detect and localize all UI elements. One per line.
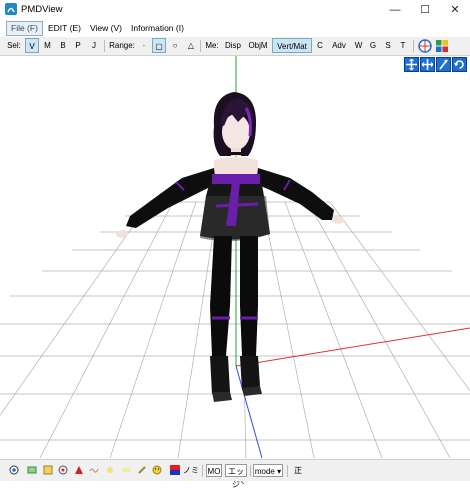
zoom-icon[interactable] (436, 57, 451, 72)
radio-icon[interactable] (9, 465, 19, 475)
close-button[interactable]: ✕ (440, 0, 470, 20)
adv-button[interactable]: Adv (329, 38, 349, 53)
wave-icon[interactable] (89, 465, 99, 475)
sel-label: Sel: (7, 41, 21, 50)
range-triangle-button[interactable]: △ (185, 38, 197, 53)
objm-button[interactable]: ObjM (246, 38, 270, 53)
toolbar-separator (104, 40, 105, 52)
character-model (116, 92, 344, 402)
minimize-button[interactable]: — (380, 0, 410, 20)
target-icon[interactable] (418, 39, 432, 53)
scene-canvas (0, 56, 470, 458)
brush-icon[interactable] (137, 465, 147, 475)
app-icon (5, 3, 17, 15)
c-button[interactable]: C (314, 38, 326, 53)
menu-view[interactable]: View (V) (86, 22, 126, 35)
menu-file[interactable]: File (F) (6, 21, 43, 36)
range-point-button[interactable]: · (138, 38, 150, 53)
menu-edit[interactable]: EDIT (E) (44, 22, 85, 35)
sel-b-button[interactable]: B (57, 38, 69, 53)
effect-button[interactable]: エッジ̀ (225, 464, 247, 489)
statusbar-separator (250, 465, 251, 477)
sel-j-button[interactable]: J (88, 38, 100, 53)
toolbar: Sel: V M B P J Range: · ▢ ○ △ Me: Disp O… (0, 37, 470, 56)
s-button[interactable]: S (382, 38, 394, 53)
chevron-down-icon: ▾ (277, 467, 282, 476)
reset-view-icon[interactable] (452, 57, 467, 72)
status-bar: ノミ MO エッジ̀ mode ▾ 正 (0, 459, 470, 489)
toolbar-separator (413, 40, 414, 52)
sel-p-button[interactable]: P (72, 38, 84, 53)
disp-button[interactable]: Disp (222, 38, 244, 53)
mode-dropdown-label: mode (254, 467, 275, 476)
rotate-icon[interactable] (404, 57, 419, 72)
grid-view-icon[interactable] (435, 39, 449, 53)
w-button[interactable]: W (352, 38, 365, 53)
menu-information[interactable]: Information (I) (127, 22, 188, 35)
triangle-icon[interactable] (74, 465, 84, 475)
toolbar-separator (200, 40, 201, 52)
x-axis (235, 327, 470, 367)
me-label: Me: (205, 41, 219, 50)
title-bar: PMDView — ☐ ✕ (0, 0, 470, 20)
emoji-icon[interactable] (152, 465, 162, 475)
range-label: Range: (109, 41, 135, 50)
color-swatch-icon[interactable] (170, 465, 180, 475)
dotted-icon[interactable] (121, 465, 131, 475)
nomi-label[interactable]: ノミ (183, 464, 199, 477)
g-button[interactable]: G (367, 38, 379, 53)
normal-view-button[interactable]: 正 (291, 464, 305, 477)
green-display-icon[interactable] (27, 465, 37, 475)
mode-dropdown[interactable]: mode ▾ (253, 464, 283, 477)
maximize-button[interactable]: ☐ (410, 0, 440, 20)
statusbar-separator (287, 465, 288, 477)
vert-mat-button[interactable]: Vert/Mat (272, 38, 312, 53)
light-icon[interactable] (105, 465, 115, 475)
range-circle-button[interactable]: ○ (169, 38, 181, 53)
yellow-display-icon[interactable] (43, 465, 53, 475)
t-button[interactable]: T (397, 38, 409, 53)
3d-viewport[interactable] (0, 56, 470, 458)
range-rect-button[interactable]: ▢ (152, 38, 166, 53)
statusbar-separator (202, 465, 203, 477)
pan-icon[interactable] (420, 57, 435, 72)
window-title: PMDView (21, 4, 63, 15)
sel-m-button[interactable]: M (41, 38, 54, 53)
menu-bar: File (F) EDIT (E) View (V) Information (… (0, 20, 470, 37)
mo-button[interactable]: MO (206, 464, 222, 477)
sel-v-button[interactable]: V (25, 38, 39, 53)
target-small-icon[interactable] (58, 465, 68, 475)
